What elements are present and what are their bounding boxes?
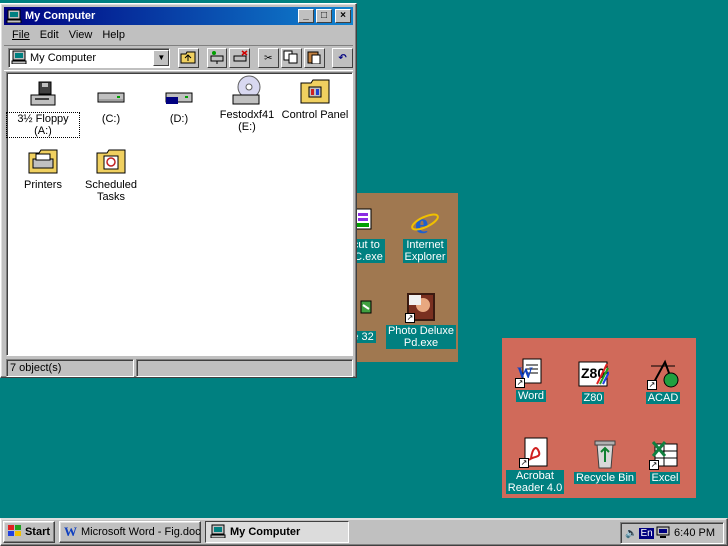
status-pane-empty xyxy=(136,359,353,377)
maximize-icon: □ xyxy=(320,10,328,21)
scheduled-tasks-folder-icon xyxy=(95,145,127,177)
close-button[interactable]: × xyxy=(335,9,351,23)
desktop-panel-brown: rtcut to DIC.exe e Internet Explorer e 3… xyxy=(341,193,458,362)
task-microsoft-word[interactable]: W Microsoft Word - Fig.doc xyxy=(59,521,201,543)
menu-view[interactable]: View xyxy=(65,29,97,41)
disconnect-drive-icon xyxy=(232,49,248,67)
my-computer-window[interactable]: My Computer _ □ × File Edit View Help My… xyxy=(0,3,357,378)
acrobat-reader-icon: ↗ xyxy=(519,436,551,468)
task-label: Microsoft Word - Fig.doc xyxy=(81,526,201,538)
address-text: My Computer xyxy=(30,52,97,64)
task-label: My Computer xyxy=(230,526,301,538)
item-drive-c[interactable]: (C:) xyxy=(75,79,147,125)
desktop-icon-z80[interactable]: Z80 Z80 xyxy=(556,358,630,404)
z80-icon: Z80 xyxy=(577,358,610,390)
file-list[interactable]: 3½ Floppy (A:) (C:) (D:) Festodxf41 (E:)… xyxy=(6,72,353,356)
word-icon: W ↗ xyxy=(515,356,547,388)
maximize-button[interactable]: □ xyxy=(316,9,332,23)
my-computer-icon xyxy=(6,9,22,24)
control-panel-folder-icon xyxy=(299,75,331,107)
clock[interactable]: 6:40 PM xyxy=(674,527,715,539)
scissors-icon: ✂ xyxy=(264,52,273,64)
minimize-icon: _ xyxy=(303,10,309,21)
desktop-icon-acad[interactable]: ↗ ACAD xyxy=(626,358,700,404)
start-label: Start xyxy=(24,526,51,538)
copy-icon xyxy=(283,50,299,67)
copy-button[interactable] xyxy=(280,48,302,68)
undo-button[interactable]: ↶ xyxy=(332,48,354,68)
menu-edit[interactable]: Edit xyxy=(36,29,63,41)
word-doc-icon: W xyxy=(64,524,77,539)
floppy-drive-icon xyxy=(27,79,59,111)
title-bar[interactable]: My Computer _ □ × xyxy=(4,7,353,25)
up-folder-button[interactable] xyxy=(178,48,199,68)
printers-folder-icon xyxy=(27,145,59,177)
item-scheduled-tasks[interactable]: Scheduled Tasks xyxy=(75,145,147,203)
minimize-button[interactable]: _ xyxy=(298,9,314,23)
hard-drive-icon xyxy=(163,79,195,111)
paste-button[interactable] xyxy=(303,48,325,68)
undo-icon: ↶ xyxy=(338,52,347,64)
address-combo[interactable]: My Computer ▼ xyxy=(8,48,171,68)
desktop-icon-acrobat-reader[interactable]: ↗ Acrobat Reader 4.0 xyxy=(498,436,572,494)
shortcut-arrow-icon: ↗ xyxy=(647,380,657,390)
shortcut-arrow-icon: ↗ xyxy=(519,458,529,468)
address-dropdown-button[interactable]: ▼ xyxy=(153,50,170,66)
desktop-icon-photo-deluxe[interactable]: ↗ Photo Deluxe Pd.exe xyxy=(384,291,458,349)
language-indicator[interactable]: En xyxy=(639,527,654,539)
item-cd-drive-e[interactable]: Festodxf41 (E:) xyxy=(211,75,283,133)
display-settings-icon[interactable] xyxy=(656,526,670,541)
item-control-panel[interactable]: Control Panel xyxy=(279,75,351,121)
recycle-bin-icon xyxy=(589,438,621,470)
my-computer-icon xyxy=(210,524,226,541)
menu-bar: File Edit View Help xyxy=(4,25,353,45)
excel-icon: ↗ xyxy=(649,438,681,470)
close-icon: × xyxy=(340,10,346,21)
item-floppy-drive[interactable]: 3½ Floppy (A:) xyxy=(6,79,80,138)
status-bar: 7 object(s) xyxy=(6,359,353,377)
shortcut-arrow-icon: ↗ xyxy=(649,460,659,470)
photo-deluxe-icon: ↗ xyxy=(405,291,437,323)
system-tray: 🔈 En 6:40 PM xyxy=(620,522,724,544)
cut-button[interactable]: ✂ xyxy=(257,48,279,68)
item-printers[interactable]: Printers xyxy=(7,145,79,191)
cd-drive-icon xyxy=(231,75,263,107)
menu-help[interactable]: Help xyxy=(98,29,129,41)
window-title: My Computer xyxy=(25,10,96,22)
acad-icon: ↗ xyxy=(647,358,679,390)
toolbar: My Computer ▼ ✂ ↶ xyxy=(4,45,354,71)
menu-file[interactable]: File xyxy=(8,29,34,41)
status-object-count: 7 object(s) xyxy=(6,359,134,377)
map-drive-button[interactable] xyxy=(206,48,228,68)
windows-logo-icon xyxy=(7,524,22,540)
my-computer-small-icon xyxy=(11,50,27,67)
shortcut-arrow-icon: ↗ xyxy=(405,313,415,323)
desktop-icon-internet-explorer[interactable]: e Internet Explorer xyxy=(388,205,462,263)
start-button[interactable]: Start xyxy=(3,521,55,543)
taskbar: Start W Microsoft Word - Fig.doc My Comp… xyxy=(0,518,728,546)
internet-explorer-icon: e xyxy=(409,205,441,240)
desktop-icon-excel[interactable]: ↗ Excel xyxy=(628,438,702,484)
task-my-computer[interactable]: My Computer xyxy=(205,521,349,543)
map-network-drive-icon xyxy=(209,50,225,67)
item-drive-d[interactable]: (D:) xyxy=(143,79,215,125)
paste-icon xyxy=(306,50,322,67)
volume-icon[interactable]: 🔈 xyxy=(625,528,637,539)
chevron-down-icon: ▼ xyxy=(157,53,166,62)
desktop-panel-red: W ↗ Word Z80 Z80 ↗ ACAD ↗ Acrobat Reader… xyxy=(502,338,696,498)
up-folder-icon xyxy=(180,50,196,67)
hard-drive-icon xyxy=(95,79,127,111)
disconnect-drive-button[interactable] xyxy=(229,48,251,68)
shortcut-arrow-icon: ↗ xyxy=(515,378,525,388)
